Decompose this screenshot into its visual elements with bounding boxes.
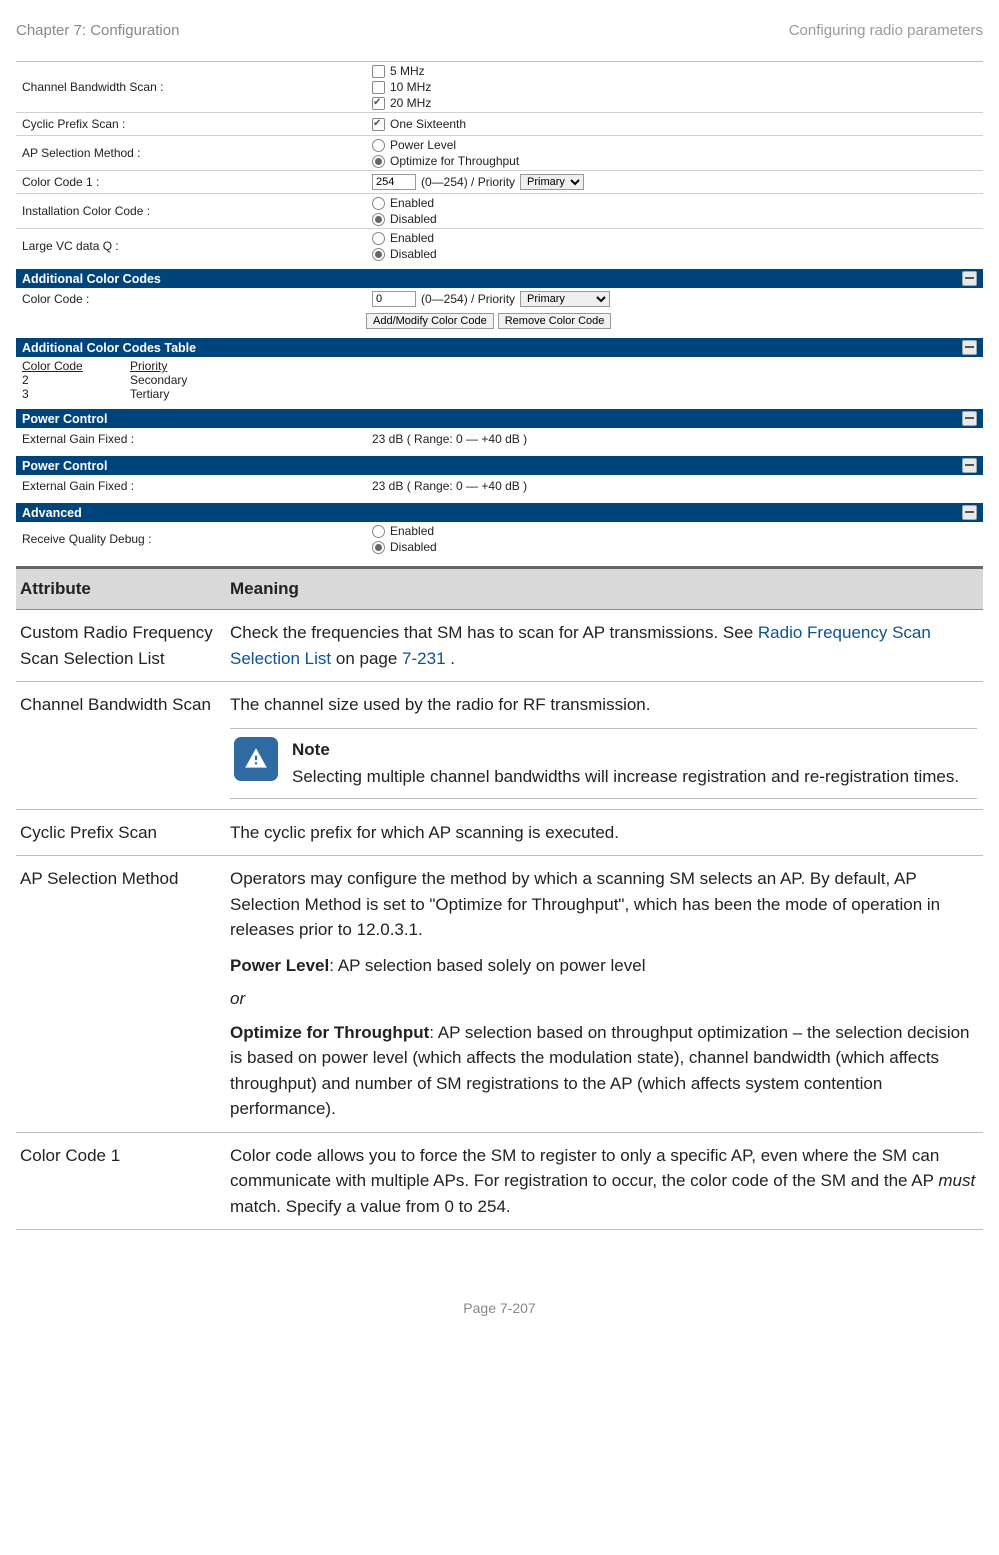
remove-color-code-button[interactable]: Remove Color Code [498,313,612,329]
cb-one-sixteenth[interactable]: One Sixteenth [372,117,983,131]
section-title: Power Control [22,412,107,426]
table-row: Channel Bandwidth Scan The channel size … [16,682,983,810]
ext-gain-label: External Gain Fixed : [16,432,372,446]
row-cyclic: Cyclic Prefix Scan : One Sixteenth [16,113,983,136]
rb-optimize[interactable]: Optimize for Throughput [372,154,983,168]
attr-meaning: The channel size used by the radio for R… [228,682,983,809]
power-level-label: Power Level [230,956,329,975]
row-additional-cc: Color Code : (0—254) / Priority Primary [16,288,983,310]
cc1-range: (0—254) / Priority [421,175,515,189]
config-form-screenshot: Channel Bandwidth Scan : 5 MHz 10 MHz 20… [16,61,983,556]
attr-name: Color Code 1 [16,1133,228,1230]
table-row: Color Code 1 Color code allows you to fo… [16,1133,983,1231]
rb-icc-enabled[interactable]: Enabled [372,196,983,210]
row-rqd: Receive Quality Debug : Enabled Disabled [16,522,983,556]
ext-gain-value: 23 dB ( Range: 0 — +40 dB ) [372,432,983,446]
collapse-icon[interactable] [962,505,977,520]
collapse-icon[interactable] [962,411,977,426]
note-box: Note Selecting multiple channel bandwidt… [230,728,977,799]
row-ext-gain-2: External Gain Fixed : 23 dB ( Range: 0 —… [16,475,983,497]
attribute-table: Attribute Meaning Custom Radio Frequency… [16,566,983,1230]
must-italic: must [938,1171,975,1190]
attr-meaning: The cyclic prefix for which AP scanning … [228,810,983,856]
running-header: Chapter 7: Configuration Configuring rad… [16,20,983,61]
channel-bw-label: Channel Bandwidth Scan : [16,80,372,94]
table-row: Custom Radio Frequency Scan Selection Li… [16,610,983,682]
table-row: 2 Secondary [22,373,977,387]
section-additional-cc: Additional Color Codes [16,269,983,288]
add-color-code-button[interactable]: Add/Modify Color Code [366,313,494,329]
lvc-label: Large VC data Q : [16,239,372,253]
icc-label: Installation Color Code : [16,204,372,218]
section-label: Configuring radio parameters [789,22,983,39]
row-large-vc: Large VC data Q : Enabled Disabled [16,229,983,263]
section-advanced: Advanced [16,503,983,522]
cc1-priority[interactable]: Primary [520,174,584,190]
cyclic-label: Cyclic Prefix Scan : [16,117,372,131]
attr-name: Channel Bandwidth Scan [16,682,228,809]
ext-gain-label: External Gain Fixed : [16,479,372,493]
page-footer: Page 7-207 [16,1230,983,1316]
cb-10mhz[interactable]: 10 MHz [372,80,983,94]
section-acc-table: Additional Color Codes Table [16,338,983,357]
attr-name: Cyclic Prefix Scan [16,810,228,856]
acc-table: Color Code Priority 2 Secondary 3 Tertia… [16,357,983,403]
row-install-cc: Installation Color Code : Enabled Disabl… [16,194,983,229]
rb-rqd-enabled[interactable]: Enabled [372,524,983,538]
note-body: Selecting multiple channel bandwidths wi… [292,767,959,786]
cb-20mhz[interactable]: 20 MHz [372,96,983,110]
acc-label: Color Code : [16,292,372,306]
acc-priority[interactable]: Primary [520,291,610,307]
link-page[interactable]: 7-231 [402,649,445,668]
attribute-header: Attribute Meaning [16,566,983,610]
row-acc-buttons: Add/Modify Color Code Remove Color Code [16,310,983,332]
table-row: Cyclic Prefix Scan The cyclic prefix for… [16,810,983,857]
optimize-label: Optimize for Throughput [230,1023,429,1042]
cc1-input[interactable] [372,174,416,190]
rb-rqd-disabled[interactable]: Disabled [372,540,983,554]
rb-power-level[interactable]: Power Level [372,138,983,152]
chapter-label: Chapter 7: Configuration [16,22,179,39]
th-priority: Priority [130,359,167,373]
collapse-icon[interactable] [962,340,977,355]
section-power-control-2: Power Control [16,456,983,475]
note-title: Note [292,737,959,763]
section-title: Additional Color Codes [22,272,161,286]
collapse-icon[interactable] [962,458,977,473]
th-meaning: Meaning [228,569,983,609]
section-title: Additional Color Codes Table [22,341,196,355]
ap-selection-label: AP Selection Method : [16,146,372,160]
rb-icc-disabled[interactable]: Disabled [372,212,983,226]
attr-name: AP Selection Method [16,856,228,1132]
row-ap-selection: AP Selection Method : Power Level Optimi… [16,136,983,171]
acc-table-header: Color Code Priority [22,359,977,373]
th-attribute: Attribute [16,569,228,609]
rqd-label: Receive Quality Debug : [16,532,372,546]
section-power-control-1: Power Control [16,409,983,428]
note-icon [234,737,278,781]
acc-range: (0—254) / Priority [421,292,515,306]
or-label: or [230,986,977,1012]
rb-lvc-enabled[interactable]: Enabled [372,231,983,245]
section-title: Advanced [22,506,82,520]
row-ext-gain-1: External Gain Fixed : 23 dB ( Range: 0 —… [16,428,983,450]
ext-gain-value: 23 dB ( Range: 0 — +40 dB ) [372,479,983,493]
attr-meaning: Operators may configure the method by wh… [228,856,983,1132]
table-row: AP Selection Method Operators may config… [16,856,983,1133]
attr-name: Custom Radio Frequency Scan Selection Li… [16,610,228,681]
attr-meaning: Check the frequencies that SM has to sca… [228,610,983,681]
table-row: 3 Tertiary [22,387,977,401]
cc1-label: Color Code 1 : [16,175,372,189]
acc-input[interactable] [372,291,416,307]
cb-5mhz[interactable]: 5 MHz [372,64,983,78]
attr-meaning: Color code allows you to force the SM to… [228,1133,983,1230]
collapse-icon[interactable] [962,271,977,286]
th-color-code: Color Code [22,359,112,373]
section-title: Power Control [22,459,107,473]
rb-lvc-disabled[interactable]: Disabled [372,247,983,261]
row-color-code-1: Color Code 1 : (0—254) / Priority Primar… [16,171,983,194]
row-channel-bw: Channel Bandwidth Scan : 5 MHz 10 MHz 20… [16,62,983,113]
